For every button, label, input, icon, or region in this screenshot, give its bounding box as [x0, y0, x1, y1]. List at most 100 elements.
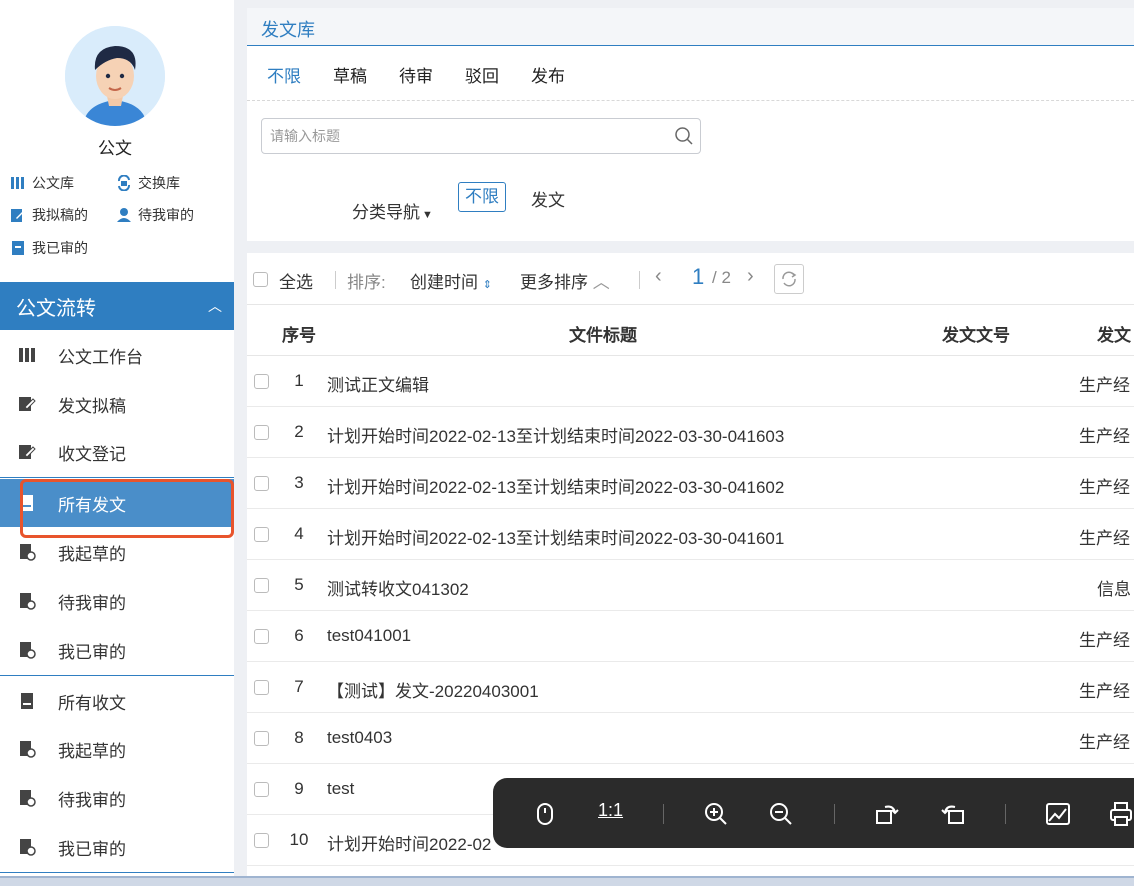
actual-size-button[interactable]: 1:1 [598, 800, 623, 821]
row-title[interactable]: 计划开始时间2022-02 [327, 830, 491, 855]
row-checkbox[interactable] [254, 476, 269, 491]
print-icon[interactable] [1107, 800, 1134, 828]
rotate-right-icon[interactable] [873, 800, 901, 828]
status-tab-all[interactable]: 不限 [267, 62, 301, 87]
avatar[interactable] [65, 26, 165, 126]
row-title[interactable]: 【测试】发文-20220403001 [327, 677, 539, 702]
quick-link-pending-review[interactable]: 待我审的 [116, 205, 194, 225]
row-title[interactable]: 测试转收文041302 [327, 575, 469, 600]
quick-link-label: 我拟稿的 [32, 207, 88, 223]
rotate-left-icon[interactable] [939, 800, 967, 828]
quick-link-reviewed[interactable]: 我已审的 [10, 238, 88, 258]
zoom-out-icon[interactable] [767, 800, 795, 828]
row-title[interactable]: 计划开始时间2022-02-13至计划结束时间2022-03-30-041603 [327, 422, 784, 447]
sort-field-dropdown[interactable]: 创建时间 ⇕ [410, 268, 492, 293]
row-dept: 生产经 [1079, 529, 1130, 548]
row-index: 7 [294, 677, 304, 696]
table-row[interactable]: 3 计划开始时间2022-02-13至计划结束时间2022-03-30-0416… [247, 458, 1134, 509]
row-checkbox[interactable] [254, 680, 269, 695]
table-row[interactable]: 7 【测试】发文-20220403001 生产经 [247, 662, 1134, 713]
table-row[interactable]: 4 计划开始时间2022-02-13至计划结束时间2022-03-30-0416… [247, 509, 1134, 560]
quick-link-my-drafts[interactable]: 我拟稿的 [10, 205, 88, 225]
image-icon[interactable] [1044, 800, 1072, 828]
refresh-button[interactable] [774, 264, 804, 294]
row-checkbox[interactable] [254, 731, 269, 746]
divider [1005, 804, 1006, 824]
section-title: 公文流转 [16, 297, 96, 320]
row-title[interactable]: test0403 [327, 728, 392, 748]
row-title[interactable]: 计划开始时间2022-02-13至计划结束时间2022-03-30-041601 [327, 524, 784, 549]
row-checkbox[interactable] [254, 425, 269, 440]
nav-item-all-incoming[interactable]: 所有收文 [0, 677, 234, 725]
table-row[interactable]: 1 测试正文编辑 生产经 [247, 356, 1134, 407]
row-index: 6 [294, 626, 304, 645]
row-checkbox[interactable] [254, 833, 269, 848]
select-all-label[interactable]: 全选 [279, 268, 313, 293]
prev-page-icon[interactable]: ‹ [655, 265, 662, 288]
current-page: 1 [692, 264, 705, 289]
status-tab-published[interactable]: 发布 [531, 62, 565, 87]
search-input[interactable]: 请输入标题 [261, 118, 701, 154]
row-dept: 生产经 [1079, 427, 1130, 446]
divider [663, 804, 664, 824]
select-all-checkbox[interactable] [253, 272, 268, 287]
row-dept: 生产经 [1079, 478, 1130, 497]
row-dept: 生产经 [1079, 631, 1130, 650]
edit-doc-icon [11, 209, 25, 222]
quick-link-library[interactable]: 公文库 [10, 173, 74, 193]
mouse-icon[interactable] [531, 800, 559, 828]
more-sort-button[interactable]: 更多排序 ︿ [520, 268, 610, 293]
annotation-highlight-box [20, 479, 234, 538]
nav-item-my-drafts-incoming[interactable]: 我起草的 [0, 725, 234, 773]
table-row[interactable]: 8 test0403 生产经 [247, 713, 1134, 764]
row-title[interactable]: test [327, 779, 354, 799]
nav-label: 我起草的 [58, 544, 126, 564]
category-option-all[interactable]: 不限 [458, 182, 506, 212]
nav-item-draft-outgoing[interactable]: 发文拟稿 [0, 380, 234, 428]
section-header-document-flow[interactable]: 公文流转 ︿ [0, 282, 234, 330]
row-dept: 生产经 [1079, 733, 1130, 752]
nav-divider [0, 477, 234, 478]
document-clock-icon [20, 839, 36, 856]
row-checkbox[interactable] [254, 374, 269, 389]
divider [335, 271, 336, 289]
table-row[interactable]: 2 计划开始时间2022-02-13至计划结束时间2022-03-30-0416… [247, 407, 1134, 458]
nav-item-reviewed-incoming[interactable]: 我已审的 [0, 823, 234, 871]
row-dept: 生产经 [1079, 376, 1130, 395]
zoom-in-icon[interactable] [702, 800, 730, 828]
status-tab-draft[interactable]: 草稿 [333, 62, 367, 87]
search-icon[interactable] [674, 126, 694, 146]
status-tab-rejected[interactable]: 驳回 [465, 62, 499, 87]
quick-link-exchange[interactable]: 交换库 [116, 173, 180, 193]
nav-item-workbench[interactable]: 公文工作台 [0, 331, 234, 379]
category-nav-dropdown[interactable]: 分类导航 ▼ [352, 198, 433, 223]
avatar-illustration-icon [65, 26, 165, 126]
nav-item-reviewed-outgoing[interactable]: 我已审的 [0, 626, 234, 674]
row-dept: 生产经 [1079, 682, 1130, 701]
category-option-outgoing[interactable]: 发文 [531, 186, 565, 211]
row-index: 1 [294, 371, 304, 390]
table-row[interactable]: 5 测试转收文041302 信息 [247, 560, 1134, 611]
nav-item-pending-incoming[interactable]: 待我审的 [0, 774, 234, 822]
nav-divider [0, 675, 234, 676]
row-checkbox[interactable] [254, 782, 269, 797]
quick-link-label: 交换库 [138, 175, 180, 191]
row-index: 3 [294, 473, 304, 492]
nav-item-pending-outgoing[interactable]: 待我审的 [0, 577, 234, 625]
row-title[interactable]: 计划开始时间2022-02-13至计划结束时间2022-03-30-041602 [327, 473, 784, 498]
row-title[interactable]: test041001 [327, 626, 411, 646]
row-checkbox[interactable] [254, 527, 269, 542]
nav-label: 我已审的 [58, 642, 126, 662]
next-page-icon[interactable]: › [747, 265, 754, 288]
quick-link-label: 我已审的 [32, 240, 88, 256]
row-checkbox[interactable] [254, 629, 269, 644]
nav-item-register-incoming[interactable]: 收文登记 [0, 428, 234, 476]
row-checkbox[interactable] [254, 578, 269, 593]
nav-label: 发文拟稿 [58, 396, 126, 416]
edit-doc-icon [19, 397, 36, 411]
nav-label: 收文登记 [58, 444, 126, 464]
quick-link-label: 待我审的 [138, 207, 194, 223]
status-tab-pending[interactable]: 待审 [399, 62, 433, 87]
row-title[interactable]: 测试正文编辑 [327, 371, 429, 396]
table-row[interactable]: 6 test041001 生产经 [247, 611, 1134, 662]
